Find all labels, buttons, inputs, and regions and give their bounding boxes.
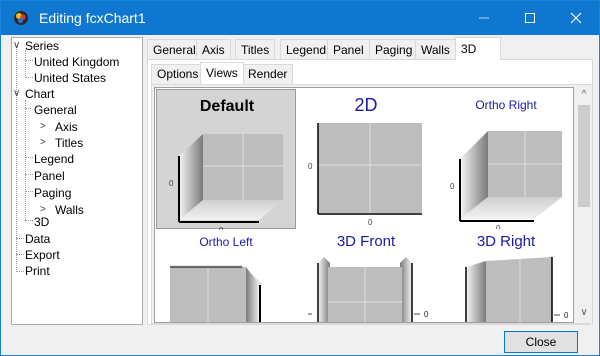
views-scrollbar[interactable]: ^ ∨ (576, 87, 592, 323)
tree-item-general[interactable]: General (34, 102, 77, 118)
tree-item-data[interactable]: Data (25, 231, 50, 247)
tab-3d[interactable]: 3D (455, 37, 501, 60)
maximize-button[interactable] (507, 1, 553, 35)
chart-collapse-icon[interactable]: ∨ (13, 89, 23, 99)
tree-item-paging[interactable]: Paging (34, 185, 71, 201)
tab-paging[interactable]: Paging (369, 39, 419, 60)
tree-item-export[interactable]: Export (25, 247, 60, 263)
subtab-options[interactable]: Options (151, 64, 205, 84)
subtab-views[interactable]: Views (200, 62, 244, 84)
view-label-default: Default (199, 98, 255, 115)
tree-item-panel[interactable]: Panel (34, 168, 65, 184)
minimize-button[interactable] (461, 1, 507, 35)
tab-axis[interactable]: Axis (196, 39, 231, 60)
view-preview-ortho-right: 0 0 (450, 131, 562, 229)
scroll-up-icon[interactable]: ^ (576, 87, 592, 103)
view-2d-y-tick: 0 (308, 162, 313, 171)
view-2d-x-tick: 0 (368, 218, 373, 227)
view-3d-right[interactable]: 3D Right 0 (436, 229, 573, 322)
view-preview-3d-front: 0 (308, 257, 429, 322)
view-default-y-tick: 0 (169, 179, 174, 188)
tree-item-titles[interactable]: Titles (55, 135, 83, 151)
tab-panel[interactable]: Panel (327, 39, 370, 60)
tab-titles[interactable]: Titles (235, 39, 276, 60)
view-label-ortho-left: Ortho Left (199, 235, 253, 249)
scroll-down-icon[interactable]: ∨ (576, 305, 592, 321)
tab-general[interactable]: General (147, 39, 202, 60)
close-button[interactable]: Close (504, 331, 578, 353)
view-3d-front-y-tick: 0 (424, 310, 429, 319)
series-collapse-icon[interactable]: ∨ (13, 41, 23, 51)
view-2d[interactable]: 2D 0 0 (296, 89, 436, 229)
view-label-2d: 2D (354, 95, 378, 115)
views-panel: Default 0 0 (151, 84, 592, 324)
navigation-tree[interactable]: ∨ Series United Kingdom United States ∨ … (11, 37, 143, 325)
view-ortho-right-y-tick: 0 (450, 182, 455, 191)
window-title: Editing fcxChart1 (39, 10, 146, 26)
view-ortho-left[interactable]: Ortho Left 0 (156, 229, 296, 322)
editor-window: Editing fcxChart1 ∨ Series United Kingdo… (0, 0, 600, 356)
view-3d-right-y-tick: 0 (564, 311, 569, 320)
view-default[interactable]: Default 0 0 (156, 89, 296, 230)
view-preview-default: 0 0 (169, 134, 283, 230)
tree-item-united-kingdom[interactable]: United Kingdom (34, 54, 119, 70)
view-3d-front[interactable]: 3D Front 0 (296, 229, 436, 322)
tree-item-axis[interactable]: Axis (55, 119, 78, 135)
tree-item-3d[interactable]: 3D (34, 214, 49, 230)
close-window-button[interactable] (553, 1, 599, 35)
tree-item-series[interactable]: Series (25, 38, 59, 54)
tree-item-united-states[interactable]: United States (34, 70, 106, 86)
view-label-ortho-right: Ortho Right (475, 98, 537, 112)
tree-item-walls[interactable]: Walls (55, 202, 84, 218)
tab-walls[interactable]: Walls (415, 39, 456, 60)
view-preview-3d-right: 0 (465, 257, 569, 322)
subtab-render[interactable]: Render (242, 64, 294, 84)
view-label-3d-front: 3D Front (336, 233, 396, 250)
view-preview-2d: 0 0 (308, 123, 422, 227)
titles-expand-icon[interactable]: > (40, 138, 50, 148)
tree-item-legend[interactable]: Legend (34, 151, 74, 167)
view-label-3d-right: 3D Right (476, 233, 536, 250)
teechart-app-icon (13, 10, 29, 26)
view-preview-ortho-left: 0 (170, 265, 264, 322)
view-ortho-right[interactable]: Ortho Right 0 0 (436, 89, 573, 229)
tree-item-print[interactable]: Print (25, 263, 50, 279)
views-gallery[interactable]: Default 0 0 (154, 87, 574, 323)
scroll-thumb[interactable] (578, 105, 590, 207)
tree-item-chart[interactable]: Chart (25, 86, 54, 102)
title-bar[interactable]: Editing fcxChart1 (1, 1, 599, 35)
axis-expand-icon[interactable]: > (40, 122, 50, 132)
tab-legend[interactable]: Legend (280, 39, 333, 60)
